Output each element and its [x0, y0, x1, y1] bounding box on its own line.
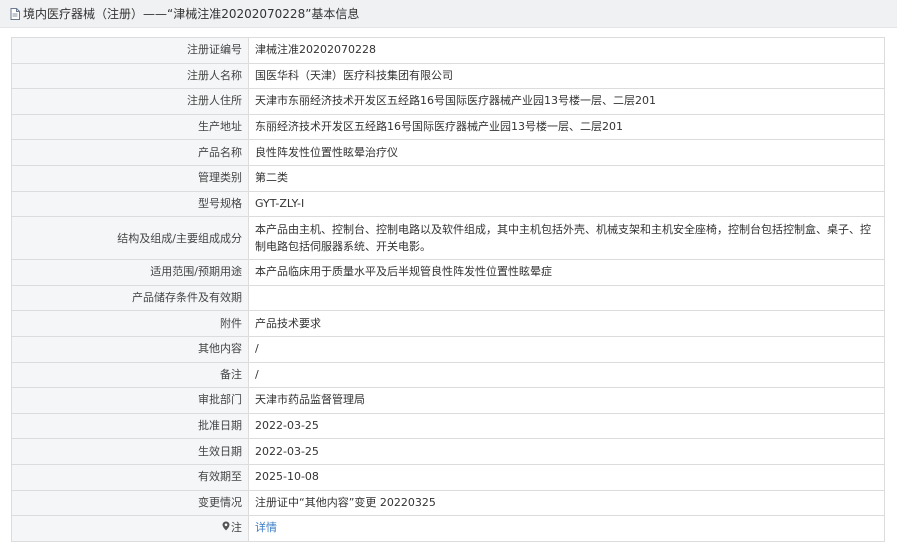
row-value: 国医华科（天津）医疗科技集团有限公司: [248, 62, 885, 90]
row-label: 注册证编号: [11, 37, 249, 64]
row-value: 天津市药品监督管理局: [248, 387, 885, 414]
row-label: 产品储存条件及有效期: [11, 284, 249, 312]
row-label: 审批部门: [11, 387, 249, 414]
row-value: GYT-ZLY-I: [248, 190, 885, 218]
table-row: 管理类别 第二类: [11, 164, 885, 192]
table-row: 注册人住所 天津市东丽经济技术开发区五经路16号国际医疗器械产业园13号楼一层、…: [11, 88, 885, 115]
table-row: 产品储存条件及有效期: [11, 284, 885, 312]
row-label: 注册人名称: [11, 62, 249, 90]
row-label: 附件: [11, 310, 249, 337]
table-row: 型号规格 GYT-ZLY-I: [11, 190, 885, 218]
table-row: 审批部门 天津市药品监督管理局: [11, 387, 885, 414]
table-row: 批准日期 2022-03-25: [11, 412, 885, 440]
row-value: 2025-10-08: [248, 463, 885, 491]
row-label: 型号规格: [11, 190, 249, 218]
row-value: 本产品由主机、控制台、控制电路以及软件组成，其中主机包括外壳、机械支架和主机安全…: [248, 216, 885, 261]
row-label: 产品名称: [11, 139, 249, 166]
table-row-note: 注 详情: [11, 515, 885, 542]
row-value: 注册证中“其他内容”变更 20220325: [248, 489, 885, 517]
row-value: 产品技术要求: [248, 310, 885, 337]
table-row: 其他内容 /: [11, 335, 885, 363]
document-icon: [10, 7, 20, 20]
row-value: 东丽经济技术开发区五经路16号国际医疗器械产业园13号楼一层、二层201: [248, 113, 885, 141]
table-row: 产品名称 良性阵发性位置性眩晕治疗仪: [11, 139, 885, 166]
row-label: 有效期至: [11, 463, 249, 491]
row-value: 第二类: [248, 164, 885, 192]
row-value: 2022-03-25: [248, 412, 885, 440]
table-row: 生产地址 东丽经济技术开发区五经路16号国际医疗器械产业园13号楼一层、二层20…: [11, 113, 885, 141]
row-label: 批准日期: [11, 412, 249, 440]
row-label: 结构及组成/主要组成成分: [11, 216, 249, 261]
page-title-bar: 境内医疗器械（注册）——“津械注准20202070228”基本信息: [0, 0, 897, 28]
row-value: 本产品临床用于质量水平及后半规管良性阵发性位置性眩晕症: [248, 259, 885, 286]
row-label: 管理类别: [11, 164, 249, 192]
row-label: 注册人住所: [11, 88, 249, 115]
table-row: 附件 产品技术要求: [11, 310, 885, 337]
table-row: 有效期至 2025-10-08: [11, 463, 885, 491]
row-value: 良性阵发性位置性眩晕治疗仪: [248, 139, 885, 166]
details-link[interactable]: 详情: [255, 521, 277, 534]
row-value: [248, 284, 885, 312]
row-value: 天津市东丽经济技术开发区五经路16号国际医疗器械产业园13号楼一层、二层201: [248, 88, 885, 115]
device-info-table: 注册证编号 津械注准20202070228 注册人名称 国医华科（天津）医疗科技…: [11, 37, 885, 542]
row-value: /: [248, 335, 885, 363]
row-label: 生产地址: [11, 113, 249, 141]
row-label: 备注: [11, 361, 249, 389]
pin-icon: [222, 521, 230, 537]
table-row: 结构及组成/主要组成成分 本产品由主机、控制台、控制电路以及软件组成，其中主机包…: [11, 216, 885, 261]
row-label: 变更情况: [11, 489, 249, 517]
note-label: 注: [231, 520, 242, 534]
table-row: 生效日期 2022-03-25: [11, 438, 885, 465]
page-title: 境内医疗器械（注册）——“津械注准20202070228”基本信息: [23, 7, 360, 21]
note-label-cell: 注: [11, 515, 249, 542]
row-label: 其他内容: [11, 335, 249, 363]
table-row: 变更情况 注册证中“其他内容”变更 20220325: [11, 489, 885, 517]
row-label: 生效日期: [11, 438, 249, 465]
table-row: 注册证编号 津械注准20202070228: [11, 37, 885, 64]
row-value: /: [248, 361, 885, 389]
table-row: 适用范围/预期用途 本产品临床用于质量水平及后半规管良性阵发性位置性眩晕症: [11, 259, 885, 286]
row-label: 适用范围/预期用途: [11, 259, 249, 286]
row-value: 津械注准20202070228: [248, 37, 885, 64]
table-row: 注册人名称 国医华科（天津）医疗科技集团有限公司: [11, 62, 885, 90]
table-row: 备注 /: [11, 361, 885, 389]
note-value-cell: 详情: [248, 515, 885, 542]
info-table-wrapper: 注册证编号 津械注准20202070228 注册人名称 国医华科（天津）医疗科技…: [0, 28, 897, 542]
row-value: 2022-03-25: [248, 438, 885, 465]
